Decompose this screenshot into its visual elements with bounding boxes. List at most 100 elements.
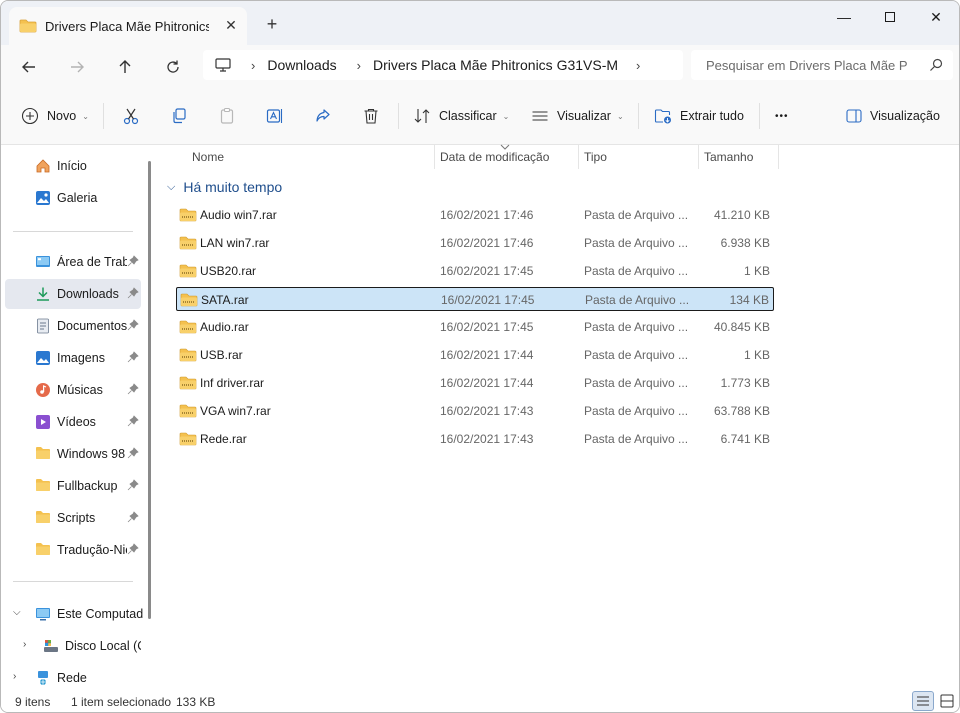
tab-close-icon[interactable]: ✕: [223, 17, 239, 33]
file-row[interactable]: Audio.rar 16/02/2021 17:45 Pasta de Arquiv…: [176, 315, 774, 339]
music-icon: [36, 383, 50, 397]
sidebar-item-downloads[interactable]: Downloads: [5, 279, 141, 309]
file-row[interactable]: Rede.rar 16/02/2021 17:43 Pasta de Arquivo…: [176, 427, 774, 451]
pin-icon[interactable]: [127, 415, 139, 427]
file-row[interactable]: USB.rar 16/02/2021 17:44 Pasta de Arquivo …: [176, 343, 774, 367]
pin-icon[interactable]: [127, 287, 139, 299]
file-type: Pasta de Arquivo ...: [585, 293, 690, 307]
sidebar-item-scripts[interactable]: Scripts: [5, 503, 141, 533]
sidebar-item-imagens[interactable]: Imagens: [5, 343, 141, 373]
pin-icon[interactable]: [127, 351, 139, 363]
column-header-date[interactable]: Data de modificação: [434, 145, 578, 169]
pin-icon[interactable]: [127, 511, 139, 523]
pin-icon[interactable]: [127, 319, 139, 331]
tab-title: Drivers Placa Mãe Phitronics G: [45, 18, 209, 34]
clipboard-icon: [220, 107, 234, 124]
file-row[interactable]: Inf driver.rar 16/02/2021 17:44 Pasta de A…: [176, 371, 774, 395]
column-header-name[interactable]: Nome: [186, 145, 434, 169]
file-type: Pasta de Arquivo ...: [584, 208, 689, 222]
pin-icon[interactable]: [127, 255, 139, 267]
rar-archive-icon: [179, 208, 197, 222]
paste-button[interactable]: [216, 105, 238, 127]
sidebar-item-inicio[interactable]: Início: [5, 151, 141, 181]
chevron-down-icon[interactable]: ⌵: [13, 607, 21, 618]
pin-icon[interactable]: [127, 383, 139, 395]
file-row[interactable]: Audio win7.rar 16/02/2021 17:46 Pasta de A…: [176, 203, 774, 227]
breadcrumb-separator-icon: ›: [251, 57, 256, 73]
sidebar-item-label: Fullbackup: [57, 479, 118, 493]
sidebar-item-desktop[interactable]: Área de Trabalho: [5, 247, 141, 277]
file-row[interactable]: LAN win7.rar 16/02/2021 17:46 Pasta de Arq…: [176, 231, 774, 255]
pin-icon[interactable]: [127, 543, 139, 555]
file-row[interactable]: USB20.rar 16/02/2021 17:45 Pasta de Arquiv…: [176, 259, 774, 283]
title-bar: Drivers Placa Mãe Phitronics G ✕ + — ✕: [1, 1, 959, 45]
refresh-icon: [167, 60, 179, 73]
column-header-type[interactable]: Tipo: [578, 145, 698, 169]
folder-icon: [36, 479, 50, 491]
breadcrumb-current-folder[interactable]: Drivers Placa Mãe Phitronics G31VS-M: [373, 57, 618, 73]
column-header-size[interactable]: Tamanho: [698, 145, 778, 169]
new-button[interactable]: Novo ⌄: [21, 105, 89, 127]
sidebar-item-label: Vídeos: [57, 415, 96, 429]
sidebar-item-galeria[interactable]: Galeria: [5, 183, 141, 213]
file-name: Inf driver.rar: [200, 376, 265, 390]
sidebar-item-label: Windows 98: [57, 447, 126, 461]
search-box[interactable]: [691, 50, 953, 80]
sidebar-item-videos[interactable]: Vídeos: [5, 407, 141, 437]
preview-pane-button[interactable]: Visualização: [846, 105, 940, 127]
tree-item-este-computador[interactable]: ⌵ Este Computador: [5, 599, 143, 629]
up-button[interactable]: [111, 53, 139, 81]
pin-icon[interactable]: [127, 447, 139, 459]
chevron-down-icon: ⌄: [616, 111, 624, 121]
details-view-button[interactable]: [912, 691, 934, 711]
refresh-button[interactable]: [159, 53, 187, 81]
chevron-down-icon: ⌵: [167, 180, 176, 193]
sidebar-item-windows98[interactable]: Windows 98: [5, 439, 141, 469]
copy-button[interactable]: [168, 105, 190, 127]
sidebar-scrollbar[interactable]: [148, 161, 151, 619]
breadcrumb-downloads[interactable]: Downloads: [267, 57, 336, 73]
sidebar-item-traducao-nier[interactable]: Tradução-Nier: [5, 535, 141, 565]
file-row[interactable]: SATA.rar 16/02/2021 17:45 Pasta de Arquivo…: [176, 287, 774, 311]
chevron-right-icon[interactable]: ›: [13, 671, 16, 682]
address-bar[interactable]: › Downloads › Drivers Placa Mãe Phitroni…: [203, 50, 683, 80]
rename-button[interactable]: [264, 105, 286, 127]
breadcrumb-separator-icon: ›: [356, 57, 361, 73]
more-options-icon[interactable]: •••: [775, 105, 789, 127]
forward-button[interactable]: [63, 53, 91, 81]
column-divider[interactable]: [778, 145, 779, 169]
tiles-view-button[interactable]: [936, 691, 958, 711]
rename-icon: [266, 109, 283, 123]
cut-button[interactable]: [120, 105, 142, 127]
file-type: Pasta de Arquivo ...: [584, 320, 689, 334]
arrow-right-icon: [71, 61, 84, 73]
extract-all-button[interactable]: Extrair tudo: [654, 105, 744, 127]
sidebar-item-documentos[interactable]: Documentos: [5, 311, 141, 341]
maximize-button[interactable]: [867, 1, 913, 33]
search-input[interactable]: [706, 57, 920, 73]
sidebar-item-label: Scripts: [57, 511, 96, 525]
view-button[interactable]: Visualizar ⌄: [531, 105, 624, 127]
close-button[interactable]: ✕: [913, 1, 959, 33]
sidebar-item-musicas[interactable]: Músicas: [5, 375, 141, 405]
minimize-button[interactable]: —: [821, 1, 867, 33]
delete-button[interactable]: [360, 105, 382, 127]
file-date: 16/02/2021 17:44: [440, 348, 534, 362]
new-tab-icon[interactable]: +: [263, 15, 281, 33]
group-header[interactable]: ⌵ Há muito tempo: [167, 179, 282, 195]
breadcrumb-separator-icon[interactable]: ›: [636, 58, 640, 73]
tree-item-disco-local[interactable]: › Disco Local (C:): [5, 631, 141, 661]
chevron-down-icon: ⌄: [502, 111, 510, 121]
share-button[interactable]: [312, 105, 334, 127]
file-row[interactable]: VGA win7.rar 16/02/2021 17:43 Pasta de Arq…: [176, 399, 774, 423]
file-type: Pasta de Arquivo ...: [584, 348, 689, 362]
sidebar-item-fullbackup[interactable]: Fullbackup: [5, 471, 141, 501]
file-name: USB.rar: [200, 348, 243, 362]
folder-icon: [36, 543, 50, 555]
pin-icon[interactable]: [127, 479, 139, 491]
tab-active[interactable]: Drivers Placa Mãe Phitronics G ✕: [9, 7, 247, 45]
chevron-right-icon[interactable]: ›: [23, 639, 26, 650]
view-lines-icon: [532, 111, 548, 121]
sort-button[interactable]: Classificar ⌄: [413, 105, 509, 127]
back-button[interactable]: [15, 53, 43, 81]
